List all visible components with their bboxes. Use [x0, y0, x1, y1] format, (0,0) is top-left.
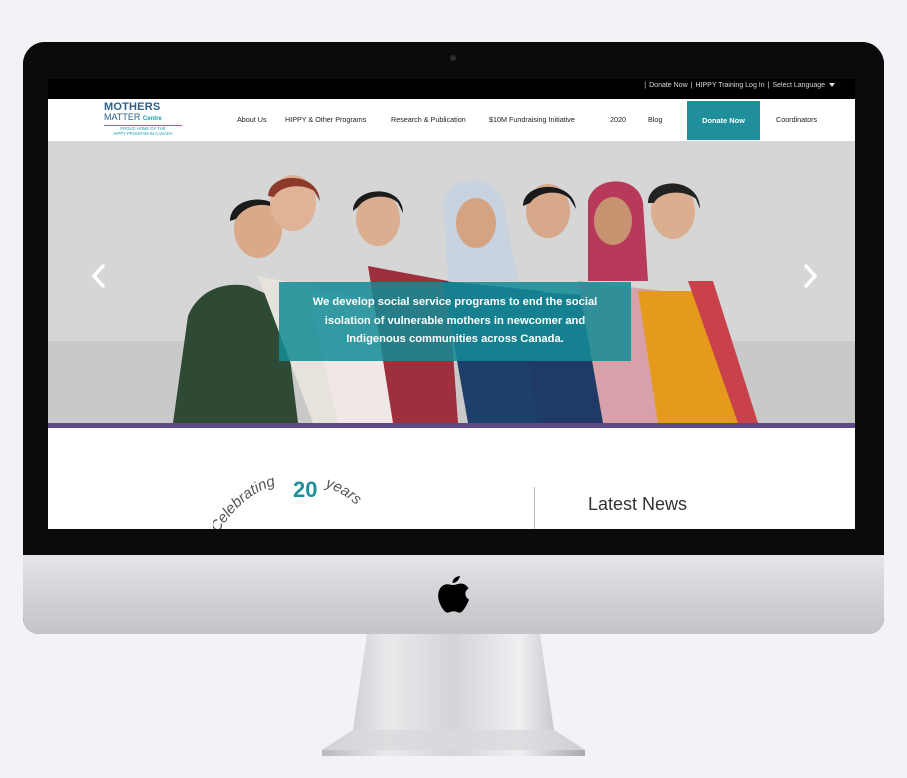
- nav-blog[interactable]: Blog: [648, 99, 662, 141]
- years-text: years: [323, 474, 366, 508]
- monitor-chin: [23, 555, 884, 634]
- celebrating-number: 20: [293, 477, 317, 502]
- language-select-label: Select Language: [772, 82, 825, 89]
- apple-logo-icon: [438, 576, 469, 613]
- logo-tagline: PROUD HOME OF THE HIPPY PROGRAM IN CANAD…: [104, 125, 182, 136]
- logo-line2: MATTER Centre: [104, 113, 184, 124]
- website-screen: | Donate Now | HIPPY Training Log In | S…: [48, 79, 855, 529]
- nav-coordinators[interactable]: Coordinators: [776, 99, 817, 141]
- logo-m: M: [104, 112, 112, 122]
- chevron-left-icon[interactable]: [89, 263, 107, 289]
- language-select[interactable]: Select Language: [772, 79, 835, 93]
- latest-news-heading: Latest News: [588, 494, 688, 514]
- caret-down-icon: [829, 83, 835, 87]
- separator: |: [767, 82, 770, 89]
- hippy-training-link[interactable]: HIPPY Training Log In: [695, 79, 764, 93]
- nav-2020[interactable]: 2020: [610, 99, 626, 141]
- separator: |: [690, 82, 693, 89]
- monitor-stand: [322, 634, 585, 756]
- section-divider: [534, 487, 535, 529]
- donate-link[interactable]: Donate Now: [649, 79, 688, 93]
- chevron-right-icon[interactable]: [802, 263, 820, 289]
- nav-research-publication[interactable]: Research & Publication: [391, 99, 466, 141]
- hero-caption-line: isolation of vulnerable mothers in newco…: [324, 314, 586, 327]
- nav-about-us[interactable]: About Us: [237, 99, 267, 141]
- site-logo[interactable]: MOTHERS MATTER Centre PROUD HOME OF THE …: [104, 102, 184, 138]
- main-nav: MOTHERS MATTER Centre PROUD HOME OF THE …: [48, 99, 855, 141]
- donate-now-button[interactable]: Donate Now: [687, 101, 760, 140]
- logo-atter: ATTER: [111, 112, 141, 122]
- hero-caption-line: We develop social service programs to en…: [312, 296, 598, 308]
- hero-carousel: We develop social service programs to en…: [48, 141, 855, 423]
- logo-tagline-2: HIPPY PROGRAM IN CANADA: [113, 131, 173, 136]
- camera-icon: [450, 55, 456, 61]
- celebrating-text: Celebrating: [213, 473, 278, 529]
- celebrating-20-years-badge: Celebrating 20 years: [213, 473, 366, 529]
- logo-centre: Centre: [142, 116, 162, 122]
- top-utility-bar: | Donate Now | HIPPY Training Log In | S…: [48, 79, 855, 99]
- hero-caption-line: Indigenous communities across Canada.: [346, 333, 564, 345]
- nav-fundraising[interactable]: $10M Fundraising Initiative: [489, 99, 575, 141]
- nav-hippy-programs[interactable]: HIPPY & Other Programs: [285, 99, 366, 141]
- separator: |: [644, 82, 647, 89]
- hero-caption: We develop social service programs to en…: [279, 282, 631, 361]
- content-section: Celebrating 20 years Latest News: [48, 428, 855, 529]
- utility-links: | Donate Now | HIPPY Training Log In | S…: [644, 79, 835, 93]
